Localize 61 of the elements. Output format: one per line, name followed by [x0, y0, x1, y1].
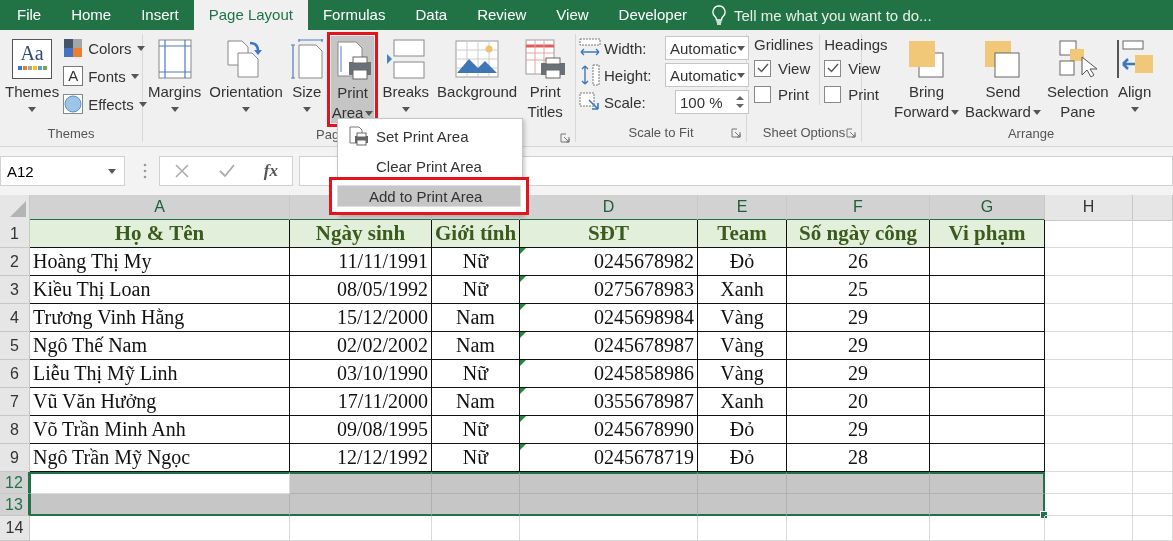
column-title-cell: Giới tính: [432, 220, 520, 248]
table-cell: 03/10/1990: [290, 360, 432, 388]
group-label: Arrange: [1007, 126, 1055, 141]
table-cell: 25: [787, 276, 930, 304]
table-cell: Võ Trần Minh Anh: [30, 416, 290, 444]
group-label: Scale to Fit: [628, 124, 694, 140]
table-cell: 29: [787, 332, 930, 360]
table-cell: 11/11/1991: [290, 248, 432, 276]
field-label: Width:: [604, 39, 648, 57]
table-cell: Nữ: [432, 416, 520, 444]
table-cell: 15/12/2000: [290, 304, 432, 332]
group-label: Themes: [47, 126, 95, 141]
table-cell: 09/08/1995: [290, 416, 432, 444]
table-cell: Ngô Trần Mỹ Ngọc: [30, 444, 290, 472]
table-cell: 0275678983: [520, 276, 698, 304]
table-cell: Xanh: [698, 388, 787, 416]
column-title-cell: Số ngày công: [787, 220, 930, 248]
group-label: Sheet Options: [762, 124, 846, 140]
table-cell: Vàng: [698, 332, 787, 360]
themes-icon: Aa: [12, 39, 53, 79]
table-cell: 0245698984: [520, 304, 698, 332]
table-cell: Đỏ: [698, 248, 787, 276]
table-cell: Ngô Thế Nam: [30, 332, 290, 360]
table-cell: Vàng: [698, 360, 787, 388]
option-heading: Headings: [824, 36, 888, 53]
column-title-cell: SĐT: [520, 220, 698, 248]
table-cell: Nam: [432, 332, 520, 360]
table-cell: 08/05/1992: [290, 276, 432, 304]
table-cell: 17/11/2000: [290, 388, 432, 416]
table-cell: Nữ: [432, 276, 520, 304]
table-cell: 29: [787, 360, 930, 388]
option-heading: Gridlines: [754, 36, 814, 53]
table-cell: Trương Vinh Hằng: [30, 304, 290, 332]
field-label: Scale:: [604, 93, 647, 111]
table-cell: Kiều Thị Loan: [30, 276, 290, 304]
table-cell: Vàng: [698, 304, 787, 332]
column-title-cell: Họ & Tên: [30, 220, 290, 248]
table-cell: Nam: [432, 388, 520, 416]
table-cell: Nữ: [432, 248, 520, 276]
table-cell: Vũ Văn Hưởng: [30, 388, 290, 416]
table-cell: 0245858986: [520, 360, 698, 388]
column-title-cell: Team: [698, 220, 787, 248]
table-cell: 26: [787, 248, 930, 276]
table-cell: 0245678990: [520, 416, 698, 444]
table-cell: 0355678987: [520, 388, 698, 416]
table-cell: Xanh: [698, 276, 787, 304]
table-cell: Hoàng Thị My: [30, 248, 290, 276]
fonts-icon: A: [63, 66, 84, 86]
field-label: Height:: [604, 66, 653, 84]
table-cell: 02/02/2002: [290, 332, 432, 360]
table-cell: Liễu Thị Mỹ Linh: [30, 360, 290, 388]
column-title-cell: Vi phạm: [930, 220, 1045, 248]
column-title-cell: Ngày sinh: [290, 220, 432, 248]
table-cell: Nữ: [432, 360, 520, 388]
table-cell: Đỏ: [698, 416, 787, 444]
table-cell: 29: [787, 416, 930, 444]
table-cell: 29: [787, 304, 930, 332]
table-cell: 20: [787, 388, 930, 416]
table-cell: 0245678987: [520, 332, 698, 360]
table-cell: 0245678982: [520, 248, 698, 276]
table-cell: Nam: [432, 304, 520, 332]
